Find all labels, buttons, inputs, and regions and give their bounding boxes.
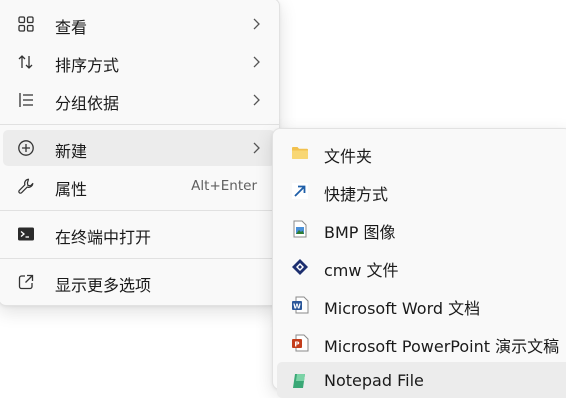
submenu-item-label: 文件夹 — [324, 147, 373, 166]
chevron-right-icon — [253, 18, 260, 30]
terminal-icon — [18, 227, 34, 241]
chevron-right-icon — [253, 56, 260, 68]
submenu-item-label: cmw 文件 — [324, 261, 399, 280]
menu-separator — [0, 258, 279, 259]
submenu-item-notepad-file[interactable]: Notepad File — [277, 362, 566, 398]
menu-item-new[interactable]: 新建 — [3, 130, 275, 166]
notepad-file-icon — [293, 374, 305, 388]
menu-item-open-in-terminal[interactable]: 在终端中打开 — [3, 216, 275, 252]
grid-view-icon — [18, 16, 34, 32]
menu-item-label: 分组依据 — [55, 94, 120, 113]
menu-separator — [0, 210, 279, 211]
submenu-item-label: BMP 图像 — [324, 223, 396, 242]
folder-icon — [292, 147, 308, 159]
menu-item-label: 查看 — [55, 18, 88, 37]
submenu-item-label: Microsoft Word 文档 — [324, 299, 481, 318]
menu-item-label: 排序方式 — [55, 56, 120, 75]
group-list-icon — [19, 93, 33, 107]
submenu-item-label: Microsoft PowerPoint 演示文稿 — [324, 337, 560, 356]
submenu-item-shortcut[interactable]: 快捷方式 — [277, 172, 566, 208]
svg-text:W: W — [293, 303, 301, 311]
bmp-image-icon — [293, 220, 307, 238]
chevron-right-icon — [253, 94, 260, 106]
menu-item-view[interactable]: 查看 — [3, 6, 275, 42]
menu-item-sort-by[interactable]: 排序方式 — [3, 44, 275, 80]
submenu-item-bmp-image[interactable]: BMP 图像 — [277, 210, 566, 246]
shortcut-hint: Alt+Enter — [191, 178, 257, 194]
menu-item-group-by[interactable]: 分组依据 — [3, 82, 275, 118]
sort-icon — [18, 55, 33, 69]
menu-item-properties[interactable]: 属性 Alt+Enter — [3, 168, 275, 204]
shortcut-arrow-icon — [292, 183, 308, 199]
menu-item-label: 在终端中打开 — [55, 228, 152, 247]
svg-text:P: P — [294, 341, 299, 349]
new-submenu: 文件夹 快捷方式 BMP 图像 cmw 文件 W Microsoft Word — [272, 128, 566, 398]
menu-item-label: 属性 — [55, 180, 88, 199]
submenu-item-cmw-file[interactable]: cmw 文件 — [277, 248, 566, 284]
word-doc-icon: W — [292, 296, 309, 314]
menu-item-label: 新建 — [55, 142, 88, 161]
submenu-item-word-document[interactable]: W Microsoft Word 文档 — [277, 286, 566, 322]
submenu-item-label: Notepad File — [324, 371, 424, 390]
powerpoint-icon: P — [292, 334, 309, 352]
plus-circle-icon — [18, 140, 34, 156]
wrench-icon — [18, 178, 34, 194]
submenu-item-folder[interactable]: 文件夹 — [277, 134, 566, 170]
cmw-file-icon — [292, 259, 308, 275]
context-menu: 查看 排序方式 分组依据 新建 属性 Alt+Enter 在终端中打开 显示更多… — [0, 0, 280, 306]
menu-item-label: 显示更多选项 — [55, 276, 152, 295]
chevron-right-icon — [253, 142, 260, 154]
submenu-item-powerpoint[interactable]: P Microsoft PowerPoint 演示文稿 — [277, 324, 566, 360]
menu-item-show-more-options[interactable]: 显示更多选项 — [3, 264, 275, 300]
external-link-icon — [18, 274, 34, 290]
menu-separator — [0, 124, 279, 125]
submenu-item-label: 快捷方式 — [324, 185, 389, 204]
